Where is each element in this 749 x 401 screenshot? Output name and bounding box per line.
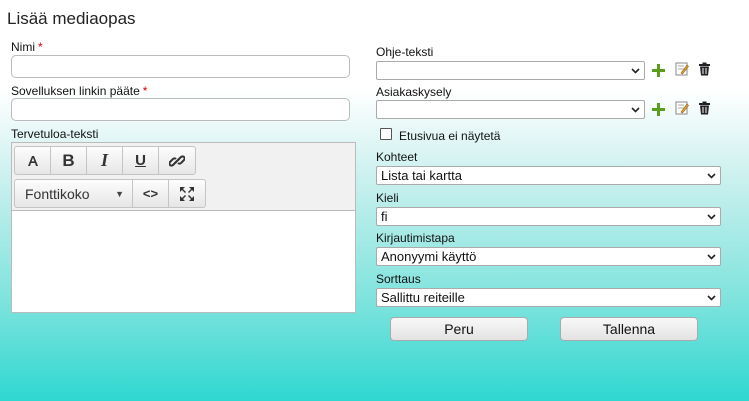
name-label-text: Nimi (11, 40, 35, 54)
underline-icon[interactable]: U (123, 147, 159, 174)
save-button[interactable]: Tallenna (560, 317, 698, 341)
link-suffix-label-text: Sovelluksen linkin pääte (11, 84, 140, 98)
survey-select[interactable] (376, 100, 645, 119)
font-size-dropdown[interactable]: Fonttikoko ▼ (15, 180, 133, 207)
sort-select[interactable]: Sallittu reiteille (376, 288, 721, 307)
chevron-down-icon (629, 63, 641, 78)
cancel-button[interactable]: Peru (390, 317, 528, 341)
italic-icon[interactable]: I (87, 147, 123, 174)
required-mark: * (38, 40, 43, 54)
targets-label: Kohteet (376, 150, 418, 164)
edit-survey-icon[interactable] (675, 101, 689, 115)
language-select[interactable]: fi (376, 207, 721, 226)
login-method-label: Kirjautimistapa (376, 231, 455, 245)
targets-value: Lista tai kartta (381, 168, 462, 183)
link-suffix-input[interactable] (11, 98, 350, 121)
front-page-hidden-label: Etusivua ei näytetä (399, 129, 501, 143)
language-value: fi (381, 209, 388, 224)
caret-down-icon: ▼ (115, 188, 124, 199)
chevron-down-icon (705, 209, 717, 224)
fullscreen-icon[interactable] (169, 180, 205, 207)
extra-button-group: Fonttikoko ▼ <> (14, 179, 206, 208)
add-help-text-icon[interactable] (651, 63, 665, 77)
link-icon[interactable] (159, 147, 195, 174)
edit-help-text-icon[interactable] (675, 62, 689, 76)
help-text-select[interactable] (376, 61, 645, 80)
chevron-down-icon (705, 249, 717, 264)
help-text-label: Ohje-teksti (376, 45, 434, 59)
rich-text-editor: B I U Fonttikoko ▼ <> (11, 142, 356, 313)
editor-toolbar: B I U Fonttikoko ▼ <> (12, 143, 355, 211)
delete-survey-icon[interactable] (697, 101, 711, 115)
format-button-group: B I U (14, 146, 196, 175)
sort-label: Sorttaus (376, 272, 421, 286)
page-title: Lisää mediaopas (7, 9, 136, 28)
front-page-hidden-checkbox[interactable] (380, 128, 392, 140)
chevron-down-icon (705, 290, 717, 305)
welcome-text-label: Tervetuloa-teksti (11, 127, 99, 141)
code-view-icon[interactable]: <> (133, 180, 169, 207)
login-method-value: Anonyymi käyttö (381, 249, 477, 264)
font-size-label: Fonttikoko (25, 185, 90, 202)
editor-content-area[interactable] (12, 212, 355, 312)
name-input[interactable] (11, 55, 350, 78)
link-suffix-label: Sovelluksen linkin pääte * (11, 84, 147, 98)
name-label: Nimi * (11, 40, 43, 54)
delete-help-text-icon[interactable] (697, 62, 711, 76)
language-label: Kieli (376, 191, 399, 205)
login-method-select[interactable]: Anonyymi käyttö (376, 247, 721, 266)
bold-icon[interactable]: B (51, 147, 87, 174)
targets-select[interactable]: Lista tai kartta (376, 166, 721, 185)
chevron-down-icon (705, 168, 717, 183)
chevron-down-icon (629, 102, 641, 117)
sort-value: Sallittu reiteille (381, 290, 465, 305)
required-mark: * (142, 84, 148, 98)
survey-label: Asiakaskysely (376, 85, 452, 99)
add-survey-icon[interactable] (651, 102, 665, 116)
font-icon[interactable] (15, 147, 51, 174)
